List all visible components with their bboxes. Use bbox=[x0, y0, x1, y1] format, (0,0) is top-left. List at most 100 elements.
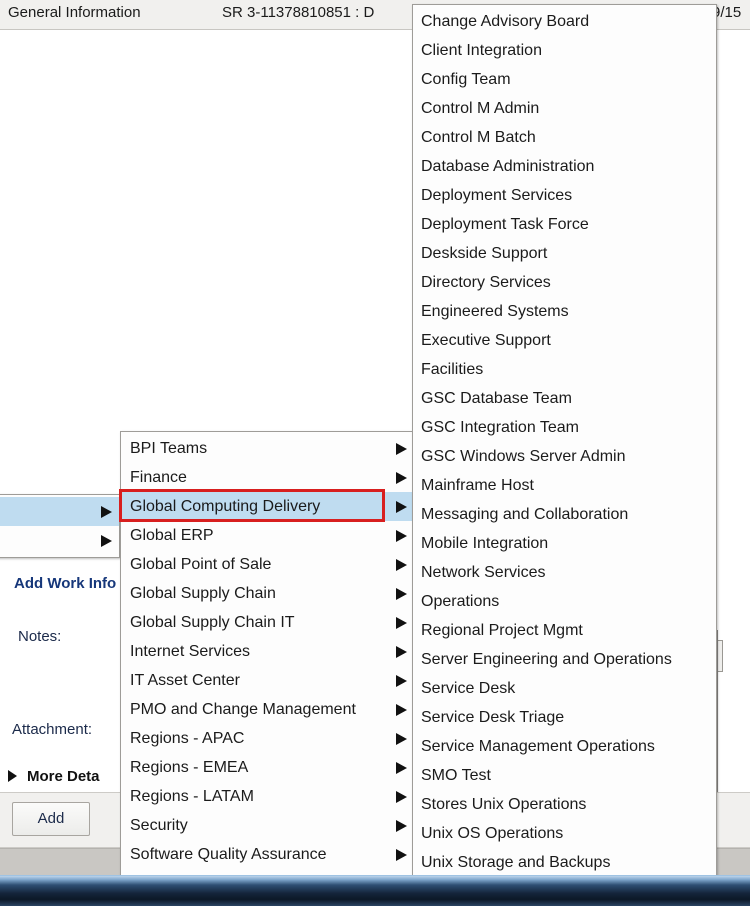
submenu-arrow-icon bbox=[396, 819, 407, 832]
team-menu-item-18[interactable]: Mobile Integration bbox=[413, 529, 716, 558]
team-menu-item-16[interactable]: Mainframe Host bbox=[413, 471, 716, 500]
team-menu-item-label: Database Administration bbox=[421, 158, 595, 175]
application-window: General Information SR 3-11378810851 : D… bbox=[0, 0, 750, 906]
team-menu-item-26[interactable]: SMO Test bbox=[413, 761, 716, 790]
team-menu-item-label: Server Engineering and Operations bbox=[421, 651, 672, 668]
support-group-menu-item-0[interactable]: BPI Teams bbox=[121, 434, 414, 463]
team-menu-item-21[interactable]: Regional Project Mgmt bbox=[413, 616, 716, 645]
team-menu-item-label: Directory Services bbox=[421, 274, 551, 291]
team-menu-item-3[interactable]: Control M Admin bbox=[413, 94, 716, 123]
support-group-menu-item-10[interactable]: Regions - APAC bbox=[121, 724, 414, 753]
support-group-menu-item-5[interactable]: Global Supply Chain bbox=[121, 579, 414, 608]
support-group-menu-item-9[interactable]: PMO and Change Management bbox=[121, 695, 414, 724]
team-menu-item-6[interactable]: Deployment Services bbox=[413, 181, 716, 210]
team-menu-item-9[interactable]: Directory Services bbox=[413, 268, 716, 297]
team-menu-item-label: Service Desk bbox=[421, 680, 516, 697]
team-menu-item-label: Mainframe Host bbox=[421, 477, 534, 494]
submenu-arrow-icon bbox=[396, 645, 407, 658]
expand-triangle-icon[interactable] bbox=[8, 770, 17, 782]
team-menu-item-label: Operations bbox=[421, 593, 500, 610]
support-group-menu-item-label: Regions - LATAM bbox=[130, 788, 254, 805]
submenu-arrow-icon bbox=[101, 505, 112, 518]
submenu-arrow-icon bbox=[396, 529, 407, 542]
support-group-menu-item-3[interactable]: Global ERP bbox=[121, 521, 414, 550]
add-work-info-heading: Add Work Info bbox=[14, 575, 117, 592]
service-request-title: SR 3-11378810851 : D bbox=[222, 4, 375, 21]
os-taskbar[interactable] bbox=[0, 875, 750, 906]
team-menu-item-2[interactable]: Config Team bbox=[413, 65, 716, 94]
team-menu-item-7[interactable]: Deployment Task Force bbox=[413, 210, 716, 239]
tab-general-information[interactable]: General Information bbox=[8, 4, 141, 21]
submenu-arrow-icon bbox=[396, 732, 407, 745]
team-menu-item-15[interactable]: GSC Windows Server Admin bbox=[413, 442, 716, 471]
team-menu-item-25[interactable]: Service Management Operations bbox=[413, 732, 716, 761]
submenu-arrow-icon bbox=[396, 674, 407, 687]
team-menu-item-14[interactable]: GSC Integration Team bbox=[413, 413, 716, 442]
support-group-menu-item-label: Internet Services bbox=[130, 643, 251, 660]
team-menu-item-label: Control M Admin bbox=[421, 100, 540, 117]
team-menu-item-12[interactable]: Facilities bbox=[413, 355, 716, 384]
team-menu-item-19[interactable]: Network Services bbox=[413, 558, 716, 587]
team-menu-item-28[interactable]: Unix OS Operations bbox=[413, 819, 716, 848]
team-menu-item-label: Config Team bbox=[421, 71, 511, 88]
team-menu-item-23[interactable]: Service Desk bbox=[413, 674, 716, 703]
team-menu-item-label: Mobile Integration bbox=[421, 535, 549, 552]
support-group-menu[interactable]: BPI Teams Finance Global Computing Deliver… bbox=[120, 431, 415, 901]
team-menu-item-label: Service Desk Triage bbox=[421, 709, 565, 726]
team-menu-item-label: Unix OS Operations bbox=[421, 825, 564, 842]
company-menu-item-1[interactable] bbox=[0, 526, 119, 555]
team-menu-item-5[interactable]: Database Administration bbox=[413, 152, 716, 181]
team-menu-item-label: Stores Unix Operations bbox=[421, 796, 587, 813]
support-group-menu-item-7[interactable]: Internet Services bbox=[121, 637, 414, 666]
support-group-menu-item-1[interactable]: Finance bbox=[121, 463, 414, 492]
team-menu-item-label: Engineered Systems bbox=[421, 303, 569, 320]
submenu-arrow-icon bbox=[396, 587, 407, 600]
submenu-arrow-icon bbox=[101, 534, 112, 547]
team-menu-item-label: Facilities bbox=[421, 361, 484, 378]
notes-label: Notes: bbox=[18, 628, 62, 645]
team-menu-item-label: Executive Support bbox=[421, 332, 551, 349]
add-button[interactable]: Add bbox=[12, 802, 90, 836]
support-group-menu-item-12[interactable]: Regions - LATAM bbox=[121, 782, 414, 811]
team-menu-item-1[interactable]: Client Integration bbox=[413, 36, 716, 65]
support-group-menu-item-13[interactable]: Security bbox=[121, 811, 414, 840]
team-menu-item-17[interactable]: Messaging and Collaboration bbox=[413, 500, 716, 529]
support-group-menu-item-8[interactable]: IT Asset Center bbox=[121, 666, 414, 695]
support-group-menu-item-14[interactable]: Software Quality Assurance bbox=[121, 840, 414, 869]
team-menu-item-8[interactable]: Deskside Support bbox=[413, 239, 716, 268]
attachment-label: Attachment: bbox=[12, 721, 93, 738]
team-menu-item-20[interactable]: Operations bbox=[413, 587, 716, 616]
team-menu-item-4[interactable]: Control M Batch bbox=[413, 123, 716, 152]
team-menu-item-label: Control M Batch bbox=[421, 129, 536, 146]
team-menu-item-label: Messaging and Collaboration bbox=[421, 506, 629, 523]
company-menu[interactable]: s Company bbox=[0, 494, 120, 558]
team-menu-item-29[interactable]: Unix Storage and Backups bbox=[413, 848, 716, 877]
submenu-arrow-icon bbox=[396, 616, 407, 629]
team-menu[interactable]: Change Advisory Board Client Integration C… bbox=[412, 4, 717, 906]
support-group-menu-item-label: PMO and Change Management bbox=[130, 701, 356, 718]
team-menu-item-27[interactable]: Stores Unix Operations bbox=[413, 790, 716, 819]
team-menu-item-0[interactable]: Change Advisory Board bbox=[413, 7, 716, 36]
company-menu-item-0[interactable]: s Company bbox=[0, 497, 119, 526]
support-group-menu-item-label: Software Quality Assurance bbox=[130, 846, 327, 863]
team-menu-item-24[interactable]: Service Desk Triage bbox=[413, 703, 716, 732]
submenu-arrow-icon bbox=[396, 761, 407, 774]
support-group-menu-item-label: Global Supply Chain bbox=[130, 585, 276, 602]
team-menu-item-13[interactable]: GSC Database Team bbox=[413, 384, 716, 413]
support-group-menu-item-label: Finance bbox=[130, 469, 187, 486]
more-details-toggle[interactable]: More Deta bbox=[27, 768, 100, 785]
support-group-menu-item-4[interactable]: Global Point of Sale bbox=[121, 550, 414, 579]
support-group-menu-item-11[interactable]: Regions - EMEA bbox=[121, 753, 414, 782]
team-menu-item-label: Network Services bbox=[421, 564, 546, 581]
team-menu-item-label: Regional Project Mgmt bbox=[421, 622, 583, 639]
support-group-menu-item-6[interactable]: Global Supply Chain IT bbox=[121, 608, 414, 637]
support-group-menu-item-label: Global Computing Delivery bbox=[130, 498, 321, 515]
support-group-menu-item-2[interactable]: Global Computing Delivery bbox=[121, 492, 414, 521]
team-menu-item-11[interactable]: Executive Support bbox=[413, 326, 716, 355]
team-menu-item-22[interactable]: Server Engineering and Operations bbox=[413, 645, 716, 674]
submenu-arrow-icon bbox=[396, 442, 407, 455]
team-menu-item-label: GSC Database Team bbox=[421, 390, 572, 407]
team-menu-item-10[interactable]: Engineered Systems bbox=[413, 297, 716, 326]
submenu-arrow-icon bbox=[396, 500, 407, 513]
support-group-menu-item-label: Global ERP bbox=[130, 527, 214, 544]
